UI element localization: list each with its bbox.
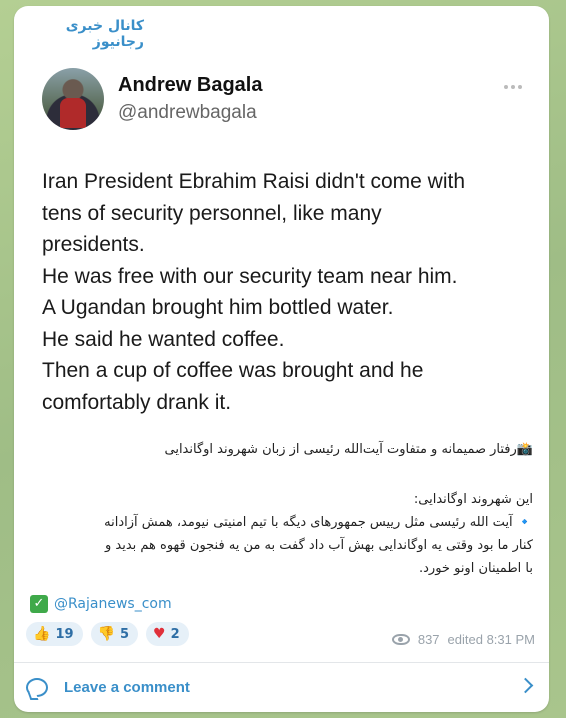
source-label[interactable]: @Rajanews_com xyxy=(54,596,172,612)
caption-title: 📸رفتار صمیمانه و متفاوت آیت‌الله رئیسی ا… xyxy=(164,442,533,457)
edited-time: edited 8:31 PM xyxy=(447,632,535,647)
comment-label: Leave a comment xyxy=(64,679,190,696)
tweet-line: Iran President Ebrahim Raisi didn't come… xyxy=(42,170,466,193)
tweet-handle: @andrewbagala xyxy=(118,102,257,123)
heart-icon: ♥ xyxy=(153,626,166,642)
message-meta: 837 edited 8:31 PM xyxy=(391,632,535,647)
tweet-line: A Ugandan brought him bottled water. xyxy=(42,296,394,319)
reaction-count: 5 xyxy=(119,626,130,642)
tweet-text: Iran President Ebrahim Raisi didn't come… xyxy=(42,166,532,418)
tweet-line: presidents. xyxy=(42,233,145,256)
check-icon: ✓ xyxy=(30,595,48,613)
reactions: 👍 19 👎 5 ♥ 2 xyxy=(26,622,189,646)
reaction-count: 19 xyxy=(55,626,74,642)
avatar xyxy=(42,68,104,130)
chevron-right-icon xyxy=(517,677,534,694)
source-link[interactable]: ✓ @Rajanews_com xyxy=(30,595,172,613)
caption-line: 🔹 آیت الله رئیسی مثل رییس جمهورهای دیگه … xyxy=(104,515,533,530)
thumbs-down-icon: 👎 xyxy=(97,626,115,642)
tweet-screenshot[interactable]: Andrew Bagala @andrewbagala Iran Preside… xyxy=(28,52,536,428)
reaction-count: 2 xyxy=(170,626,180,642)
view-count: 837 xyxy=(417,632,440,647)
comment-icon xyxy=(26,678,48,697)
tweet-line: comfortably drank it. xyxy=(42,390,232,414)
reaction-heart[interactable]: ♥ 2 xyxy=(146,622,189,646)
more-icon xyxy=(504,74,528,89)
tweet-line: tens of security personnel, like many xyxy=(42,201,382,225)
eye-icon xyxy=(391,634,410,645)
channel-name[interactable]: کانال خبری رجانیوز xyxy=(14,18,144,50)
reaction-thumbs-down[interactable]: 👎 5 xyxy=(90,622,139,646)
message-bubble: کانال خبری رجانیوز Andrew Bagala @andrew… xyxy=(14,6,549,712)
tweet-line: He said he wanted coffee. xyxy=(42,327,285,351)
tweet-line: Then a cup of coffee was brought and he xyxy=(42,359,424,382)
caption-line: با اطمینان اونو خورد. xyxy=(419,561,533,576)
reaction-thumbs-up[interactable]: 👍 19 xyxy=(26,622,83,646)
caption-body: این شهروند اوگاندایی: 🔹 آیت الله رئیسی م… xyxy=(33,488,533,580)
leave-comment-button[interactable]: Leave a comment xyxy=(14,663,549,712)
caption-line: این شهروند اوگاندایی: xyxy=(413,492,533,507)
thumbs-up-icon: 👍 xyxy=(33,626,51,642)
tweet-display-name: Andrew Bagala xyxy=(118,74,263,96)
tweet-line: He was free with our security team near … xyxy=(42,264,458,288)
caption-line: کنار ما بود وقتی یه اوگاندایی بهش آب داد… xyxy=(104,538,533,553)
